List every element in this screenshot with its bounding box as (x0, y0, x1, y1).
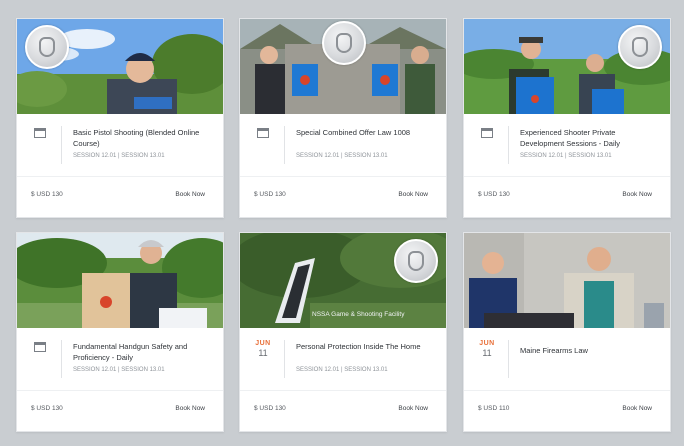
book-now-link[interactable]: Book Now (398, 191, 428, 198)
event-meta: SESSION 12.01 | SESSION 13.01 (73, 367, 165, 373)
divider (508, 126, 509, 164)
divider (61, 340, 62, 378)
event-photo[interactable] (17, 233, 223, 328)
book-now-link[interactable]: Book Now (175, 405, 205, 412)
photo-caption: NSSA Game & Shooting Facility (312, 311, 405, 318)
book-now-link[interactable]: Book Now (398, 405, 428, 412)
event-card[interactable]: Experienced Shooter Private Development … (463, 18, 671, 218)
event-card[interactable]: Basic Pistol Shooting (Blended Online Co… (16, 18, 224, 218)
club-logo-badge (25, 25, 69, 69)
event-price: $ USD 110 (478, 405, 510, 412)
book-now-link[interactable]: Book Now (622, 405, 652, 412)
event-date: JUN 11 (476, 340, 498, 358)
divider (284, 340, 285, 378)
event-title[interactable]: Experienced Shooter Private Development … (520, 127, 658, 149)
event-meta: SESSION 12.01 | SESSION 13.01 (296, 367, 388, 373)
event-price: $ USD 130 (478, 191, 510, 198)
club-logo-badge (322, 21, 366, 65)
event-card[interactable]: Special Combined Offer Law 1008 SESSION … (239, 18, 447, 218)
club-logo-badge (394, 239, 438, 283)
event-card[interactable]: NSSA Game & Shooting Facility JUN 11 Per… (239, 232, 447, 432)
divider (61, 126, 62, 164)
event-date: JUN 11 (252, 340, 274, 358)
event-price: $ USD 130 (254, 405, 286, 412)
calendar-icon (481, 128, 493, 138)
divider (284, 126, 285, 164)
event-price: $ USD 130 (254, 191, 286, 198)
event-title[interactable]: Personal Protection Inside The Home (296, 341, 434, 352)
event-photo[interactable] (464, 19, 670, 114)
divider (508, 340, 509, 378)
book-now-link[interactable]: Book Now (175, 191, 205, 198)
event-grid: Basic Pistol Shooting (Blended Online Co… (0, 0, 684, 446)
event-date-month: JUN (255, 340, 271, 347)
calendar-icon (34, 342, 46, 352)
event-title[interactable]: Maine Firearms Law (520, 345, 658, 356)
event-date-month: JUN (479, 340, 495, 347)
event-date-day: 11 (258, 348, 268, 358)
photo-student-holding-certificate (17, 233, 223, 328)
event-card[interactable]: JUN 11 Maine Firearms Law $ USD 110 Book… (463, 232, 671, 432)
event-title[interactable]: Fundamental Handgun Safety and Proficien… (73, 341, 211, 363)
event-price: $ USD 130 (31, 405, 63, 412)
event-date-day: 11 (482, 348, 492, 358)
calendar-icon (34, 128, 46, 138)
club-logo-badge (618, 25, 662, 69)
event-photo[interactable] (464, 233, 670, 328)
event-title[interactable]: Basic Pistol Shooting (Blended Online Co… (73, 127, 211, 149)
event-card[interactable]: Fundamental Handgun Safety and Proficien… (16, 232, 224, 432)
photo-classroom-instructors (464, 233, 670, 328)
event-price: $ USD 130 (31, 191, 63, 198)
event-meta: SESSION 12.01 | SESSION 13.01 (73, 153, 165, 159)
event-photo[interactable] (17, 19, 223, 114)
event-photo[interactable]: NSSA Game & Shooting Facility (240, 233, 446, 328)
event-photo[interactable] (240, 19, 446, 114)
book-now-link[interactable]: Book Now (622, 191, 652, 198)
event-title[interactable]: Special Combined Offer Law 1008 (296, 127, 434, 138)
event-meta: SESSION 12.01 | SESSION 13.01 (520, 153, 612, 159)
event-meta: SESSION 12.01 | SESSION 13.01 (296, 153, 388, 159)
calendar-icon (257, 128, 269, 138)
